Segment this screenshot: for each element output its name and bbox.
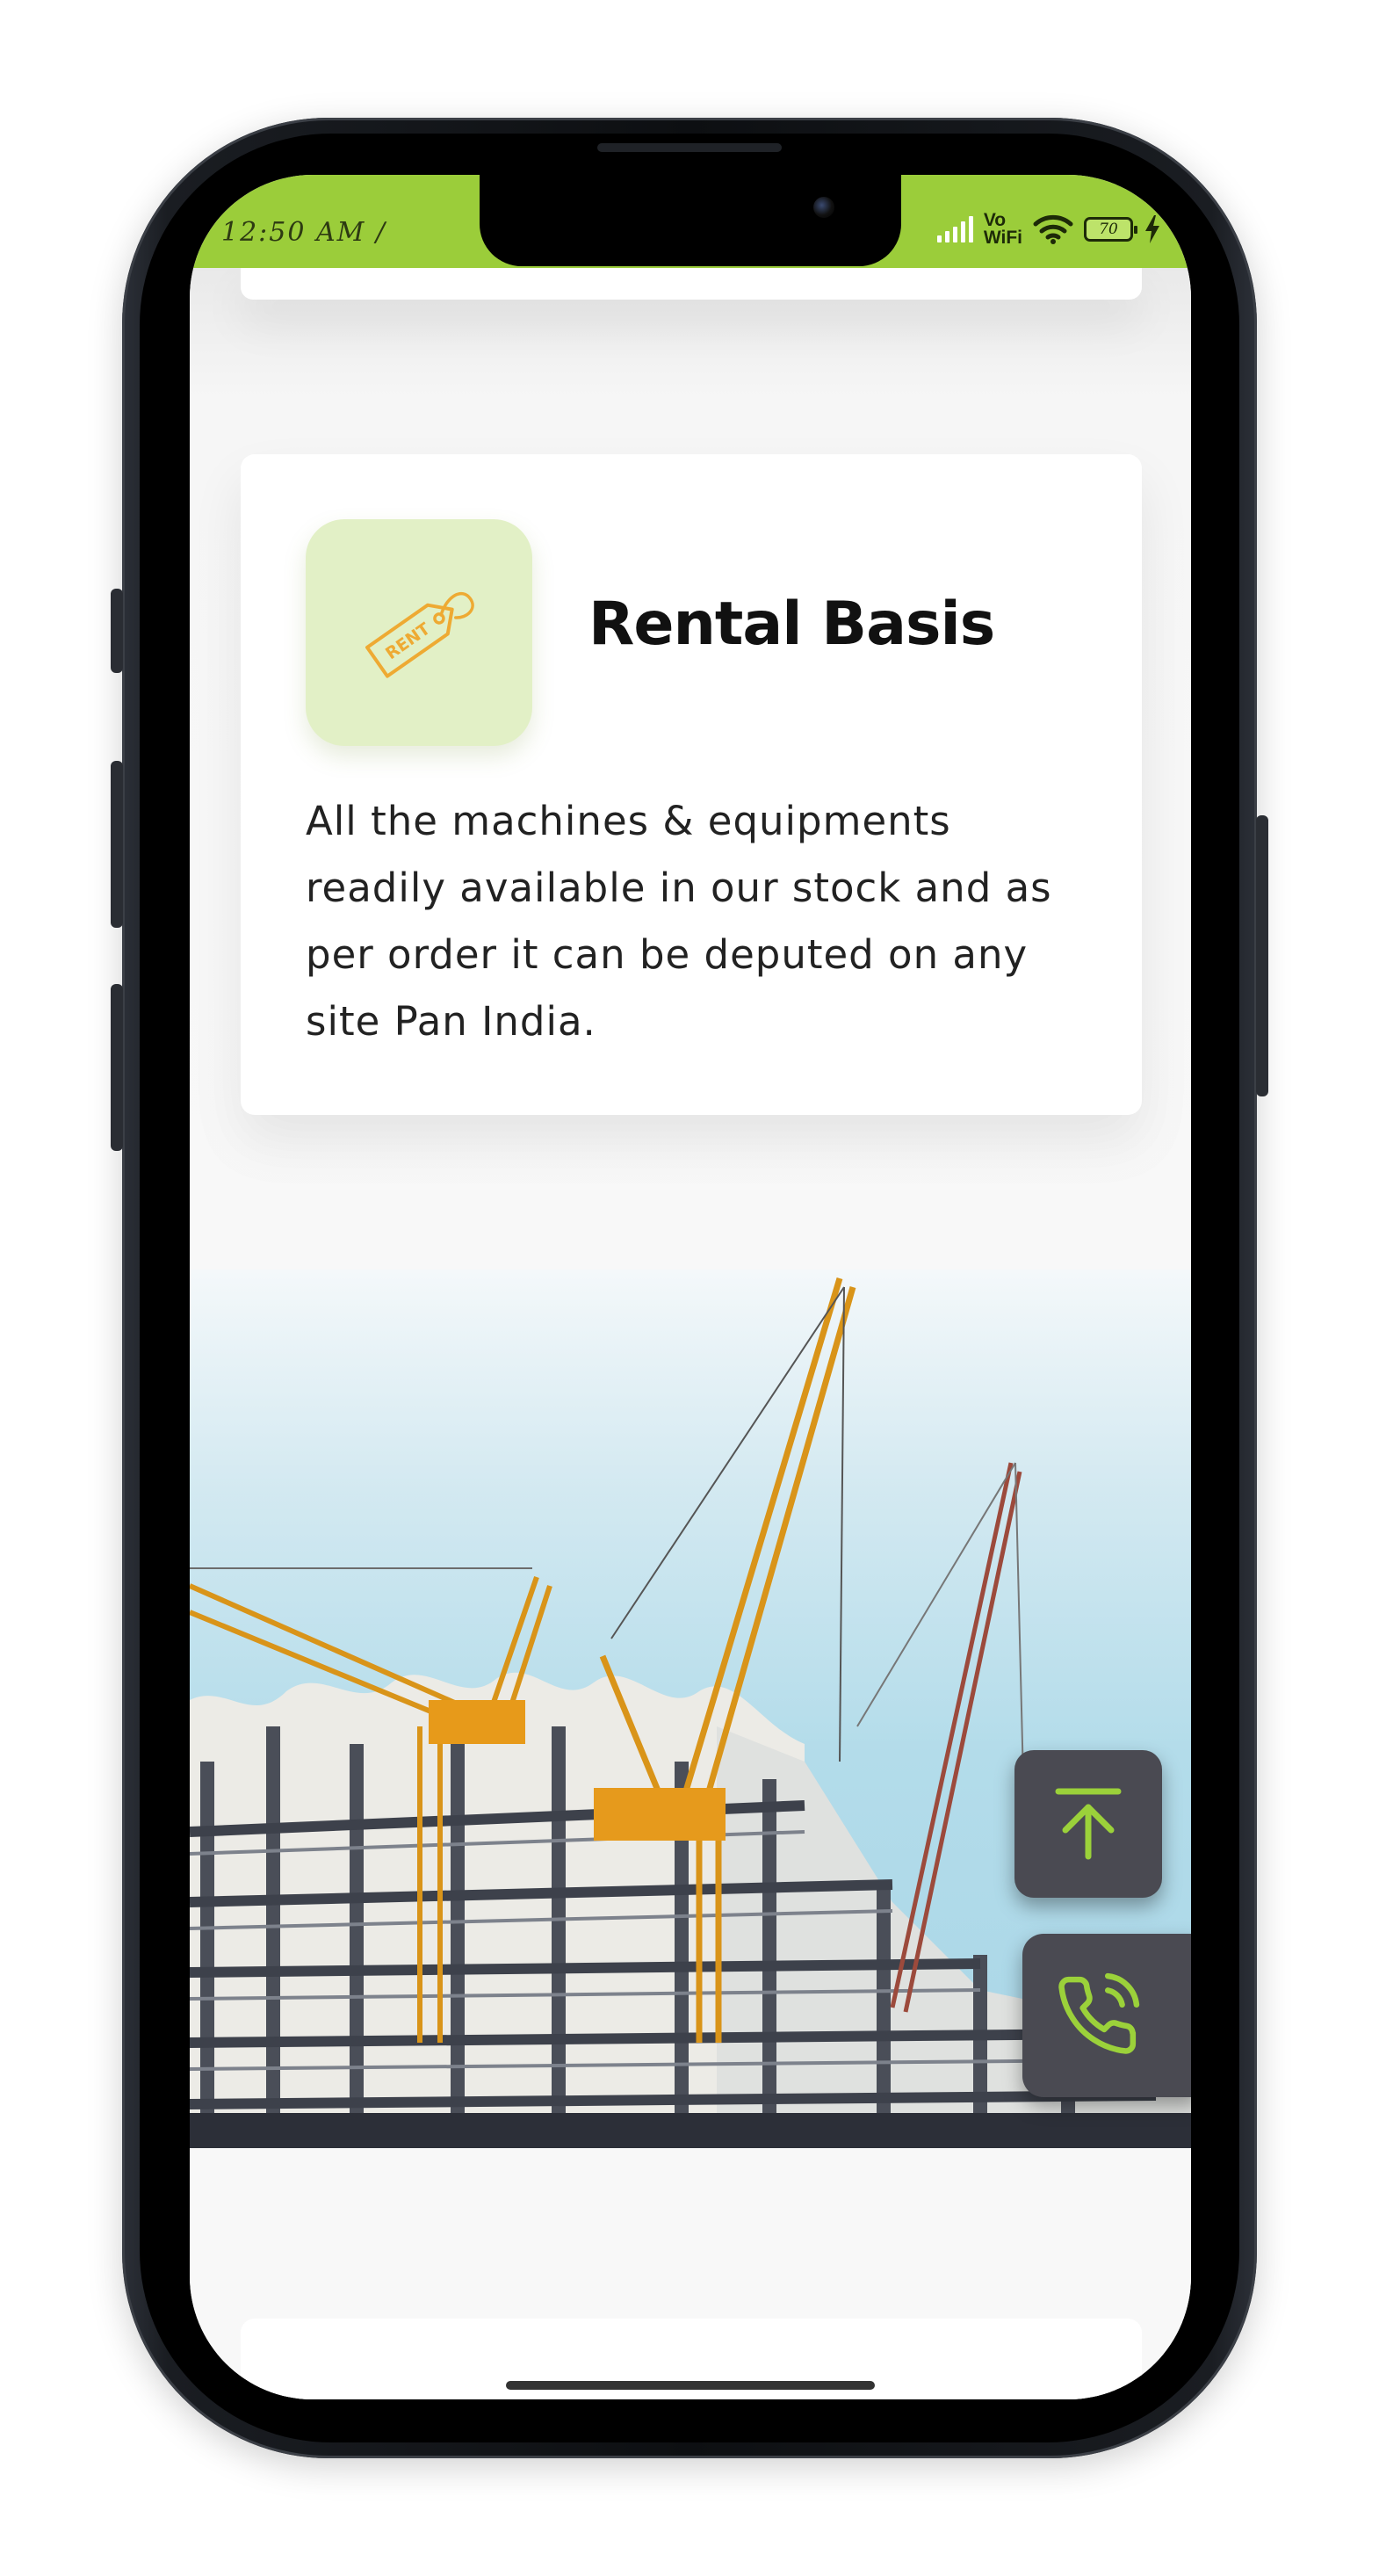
- scroll-to-top-button[interactable]: [1014, 1750, 1162, 1898]
- phone-call-icon: [1058, 1972, 1140, 2054]
- battery-icon: 70: [1084, 217, 1137, 242]
- charging-icon: [1145, 215, 1159, 243]
- vowifi-label-top: Vo: [983, 210, 1007, 230]
- card-title: Rental Basis: [588, 590, 995, 659]
- status-time: 12:50 AM /: [221, 217, 387, 248]
- home-indicator[interactable]: [506, 2381, 875, 2390]
- signal-icon: [936, 216, 973, 242]
- call-button[interactable]: [1022, 1934, 1191, 2097]
- vowifi-label: Vo WiFi: [983, 210, 1022, 248]
- previous-card: [241, 268, 1142, 300]
- battery-level: 70: [1099, 221, 1118, 238]
- phone-speaker: [597, 143, 782, 152]
- wifi-icon: [1033, 214, 1073, 244]
- front-camera: [813, 197, 834, 218]
- rent-tag-icon: RENT: [306, 519, 532, 746]
- phone-power-button: [1256, 815, 1268, 1096]
- phone-volume-up: [111, 761, 123, 928]
- notch: [480, 175, 901, 266]
- rent-tag-text: RENT: [382, 619, 434, 663]
- phone-volume-down: [111, 984, 123, 1151]
- service-card: RENT Rental Basis All the machines & equ…: [241, 454, 1142, 1115]
- status-icons: Vo WiFi 70: [936, 210, 1161, 249]
- vowifi-label-bottom: WiFi: [983, 228, 1022, 248]
- screen: RENT Rental Basis All the machines & equ…: [190, 175, 1191, 2399]
- card-description: All the machines & equipments readily av…: [306, 798, 1052, 1045]
- phone-silent-switch: [111, 589, 123, 673]
- arrow-up-icon: [1055, 1788, 1122, 1860]
